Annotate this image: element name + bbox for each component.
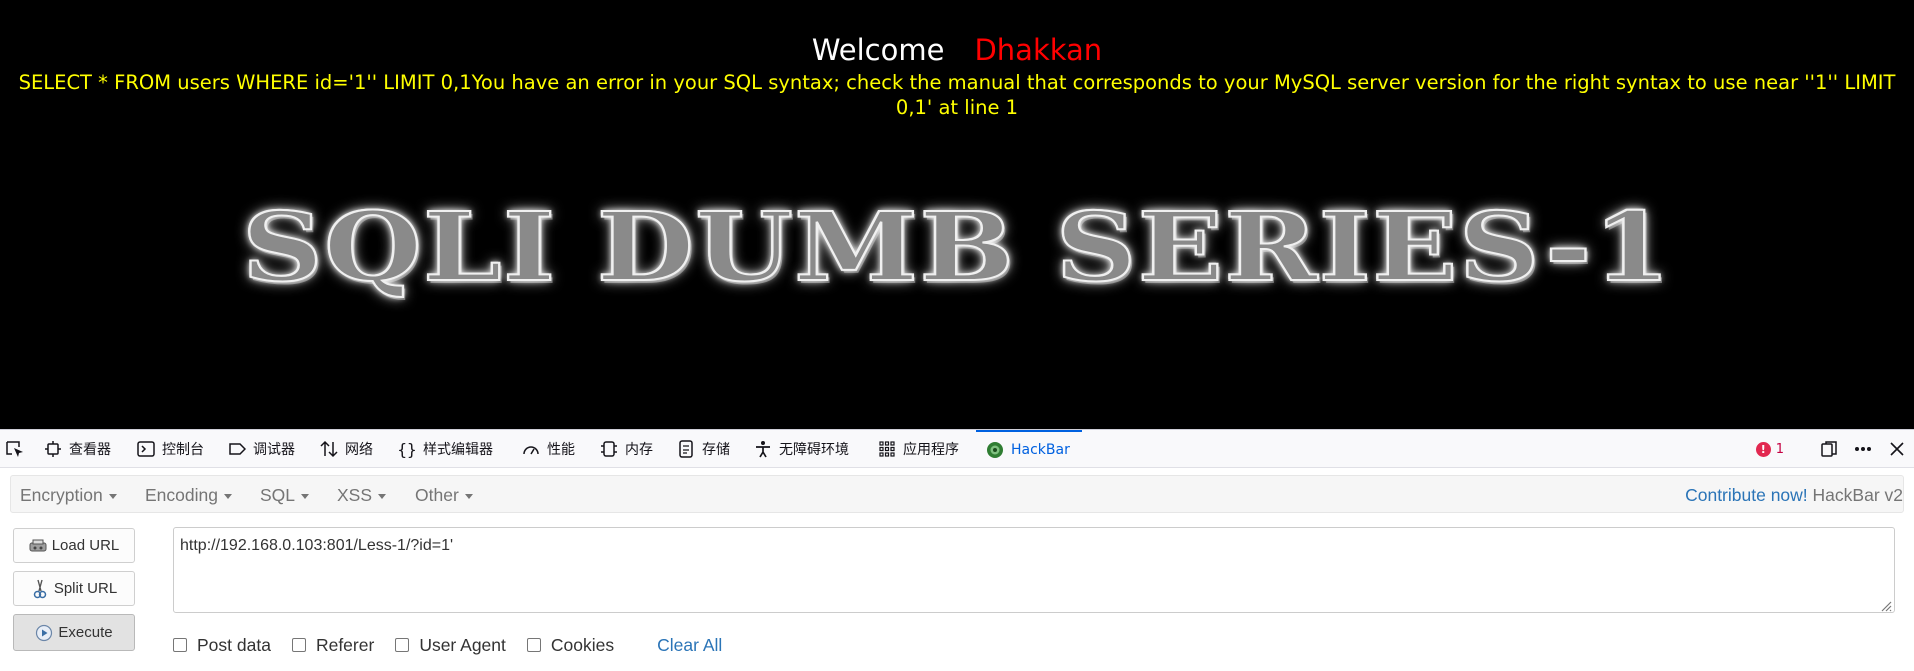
error-icon: ! bbox=[1755, 441, 1771, 457]
performance-icon bbox=[522, 440, 540, 458]
tab-label: 查看器 bbox=[69, 442, 111, 458]
hackbar-menu: Encryption Encoding SQL XSS Other Contri… bbox=[10, 475, 1904, 513]
contribute-link[interactable]: Contribute now! bbox=[1685, 485, 1808, 505]
hackbar-icon bbox=[986, 441, 1004, 459]
page-content: Welcome Dhakkan SELECT * FROM users WHERE… bbox=[0, 0, 1914, 429]
contribute-area: Contribute now! HackBar v2 bbox=[1685, 476, 1903, 514]
scissors-icon bbox=[31, 579, 49, 598]
tab-accessibility[interactable]: 无障碍环境 bbox=[754, 430, 849, 468]
cookies-option[interactable]: Cookies bbox=[526, 634, 615, 656]
tab-label: 网络 bbox=[345, 442, 373, 458]
tab-label: 控制台 bbox=[162, 442, 204, 458]
referer-option[interactable]: Referer bbox=[291, 634, 375, 656]
tab-label: 存储 bbox=[702, 442, 730, 458]
caret-down-icon bbox=[301, 493, 310, 499]
tab-label: 调试器 bbox=[253, 442, 295, 458]
button-label: Load URL bbox=[51, 537, 120, 554]
memory-icon bbox=[600, 440, 618, 458]
resize-grip-icon[interactable] bbox=[1879, 599, 1892, 612]
tab-label: 样式编辑器 bbox=[423, 442, 493, 458]
debugger-icon bbox=[228, 440, 246, 458]
tab-debugger[interactable]: 调试器 bbox=[228, 430, 295, 468]
play-icon bbox=[35, 624, 53, 642]
element-picker-icon[interactable] bbox=[5, 439, 25, 459]
tab-label: 内存 bbox=[625, 442, 653, 458]
tab-performance[interactable]: 性能 bbox=[522, 430, 575, 468]
menu-other[interactable]: Other bbox=[415, 476, 473, 514]
tab-memory[interactable]: 内存 bbox=[600, 430, 653, 468]
more-options-icon[interactable] bbox=[1846, 430, 1880, 468]
tab-label: 应用程序 bbox=[903, 442, 959, 458]
tab-network[interactable]: 网络 bbox=[320, 430, 373, 468]
request-options: Post data Referer User Agent Cookies Cle… bbox=[173, 633, 722, 657]
caret-down-icon bbox=[223, 493, 232, 499]
username-text: Dhakkan bbox=[974, 33, 1103, 67]
tab-storage[interactable]: 存储 bbox=[677, 430, 730, 468]
tab-label: 无障碍环境 bbox=[779, 442, 849, 458]
execute-button[interactable]: Execute bbox=[13, 614, 135, 651]
network-icon bbox=[320, 440, 338, 458]
menu-label: Encoding bbox=[145, 485, 218, 505]
menu-label: Encryption bbox=[20, 485, 103, 505]
caret-down-icon bbox=[108, 493, 117, 499]
button-label: Execute bbox=[58, 624, 113, 641]
menu-label: SQL bbox=[260, 485, 296, 505]
banner-title: SQLI DUMB SERIES-1 bbox=[241, 191, 1672, 304]
post-data-option[interactable]: Post data bbox=[173, 635, 271, 656]
clear-all-link[interactable]: Clear All bbox=[657, 635, 722, 656]
application-icon bbox=[878, 440, 896, 458]
post-data-checkbox[interactable] bbox=[173, 638, 187, 652]
menu-xss[interactable]: XSS bbox=[337, 476, 387, 514]
url-input[interactable]: http://192.168.0.103:801/Less-1/?id=1' bbox=[173, 527, 1895, 613]
cookies-checkbox[interactable] bbox=[526, 638, 541, 652]
storage-icon bbox=[677, 440, 695, 458]
option-label: User Agent bbox=[419, 634, 506, 655]
tab-inspector[interactable]: 查看器 bbox=[44, 430, 111, 468]
menu-label: Other bbox=[415, 485, 459, 505]
hackbar-version: HackBar v2 bbox=[1812, 485, 1903, 505]
welcome-text: Welcome bbox=[811, 33, 945, 67]
load-url-icon bbox=[29, 537, 47, 555]
split-url-button[interactable]: Split URL bbox=[13, 571, 135, 606]
menu-sql[interactable]: SQL bbox=[260, 476, 310, 514]
option-label: Post data bbox=[197, 634, 271, 655]
button-label: Split URL bbox=[53, 580, 118, 597]
console-icon bbox=[137, 440, 155, 458]
error-count: 1 bbox=[1775, 441, 1784, 457]
menu-encoding[interactable]: Encoding bbox=[145, 476, 232, 514]
close-icon[interactable] bbox=[1880, 430, 1914, 468]
caret-down-icon bbox=[378, 493, 387, 499]
welcome-line: Welcome Dhakkan bbox=[0, 32, 1914, 68]
referer-checkbox[interactable] bbox=[291, 638, 306, 652]
banner: SQLI DUMB SERIES-1 bbox=[0, 191, 1914, 304]
user-agent-option[interactable]: User Agent bbox=[395, 635, 506, 656]
option-label: Cookies bbox=[550, 634, 615, 655]
load-url-button[interactable]: Load URL bbox=[13, 528, 135, 563]
inspector-icon bbox=[44, 440, 62, 458]
sql-error-message: SELECT * FROM users WHERE id='1'' LIMIT … bbox=[18, 71, 1896, 119]
devtools-right-controls: ! 1 bbox=[1755, 430, 1914, 468]
option-label: Referer bbox=[315, 634, 375, 655]
tab-label: 性能 bbox=[547, 442, 575, 458]
tab-console[interactable]: 控制台 bbox=[137, 430, 204, 468]
tab-hackbar[interactable]: HackBar bbox=[976, 430, 1082, 468]
dock-side-icon[interactable] bbox=[1812, 430, 1846, 468]
accessibility-icon bbox=[754, 440, 772, 458]
error-count-badge[interactable]: ! 1 bbox=[1755, 441, 1784, 457]
menu-encryption[interactable]: Encryption bbox=[20, 476, 117, 514]
tab-label: HackBar bbox=[1011, 442, 1070, 458]
tab-application[interactable]: 应用程序 bbox=[878, 430, 959, 468]
menu-label: XSS bbox=[337, 485, 373, 505]
caret-down-icon bbox=[464, 493, 473, 499]
user-agent-checkbox[interactable] bbox=[395, 638, 410, 652]
devtools-panel: 查看器 控制台 调试器 网络 {} 样式编辑器 性能 内存 存储 无障碍环境 应… bbox=[0, 429, 1914, 671]
tab-style-editor[interactable]: {} 样式编辑器 bbox=[397, 430, 493, 468]
devtools-tab-bar: 查看器 控制台 调试器 网络 {} 样式编辑器 性能 内存 存储 无障碍环境 应… bbox=[0, 430, 1914, 468]
style-editor-icon: {} bbox=[397, 439, 417, 459]
